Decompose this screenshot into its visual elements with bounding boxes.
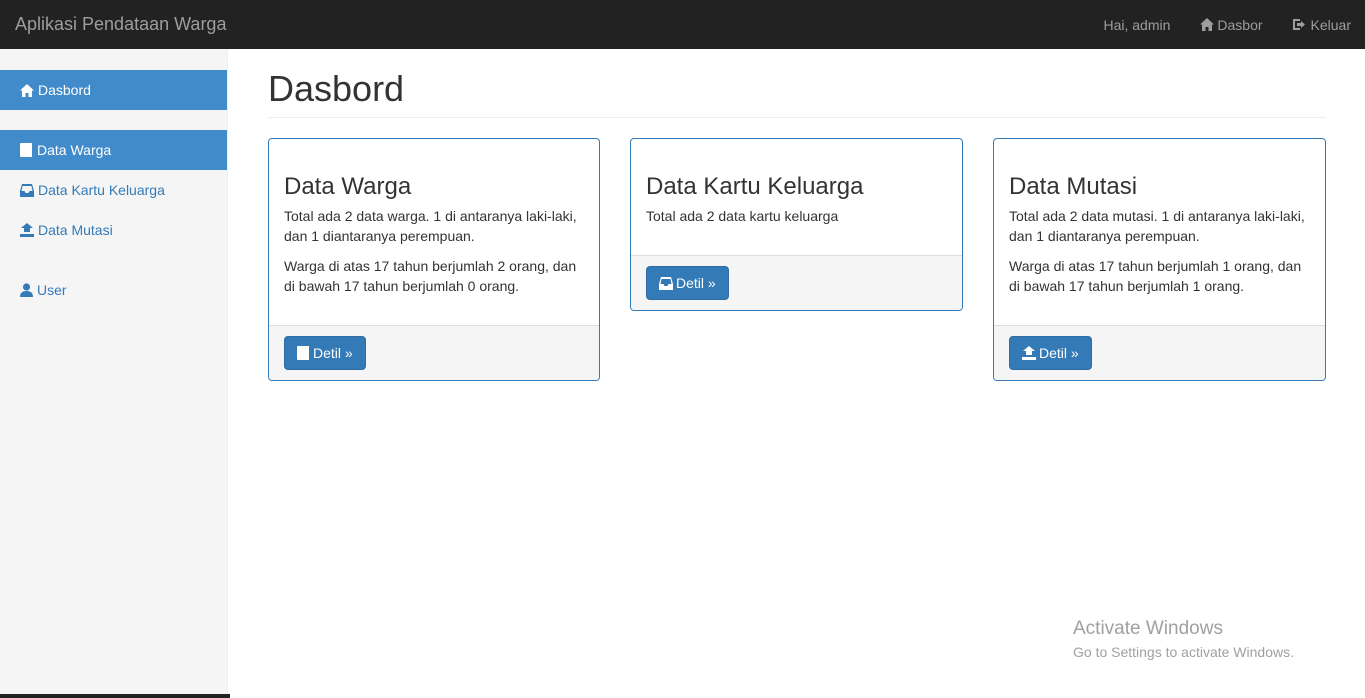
panel-data-kartu-keluarga: Data Kartu Keluarga Total ada 2 data kar… [630,138,963,311]
nav-dashboard-label: Dasbor [1217,16,1263,33]
detail-button-label: Detil » [313,345,353,361]
panel-age-text: Warga di atas 17 tahun berjumlah 2 orang… [284,258,577,294]
panel-summary-text: Total ada 2 data warga. 1 di antaranya l… [284,208,577,244]
panel-age-text: Warga di atas 17 tahun berjumlah 1 orang… [1009,258,1302,294]
home-icon [20,83,34,97]
sidebar-item-data-kartu-keluarga[interactable]: Data Kartu Keluarga [0,170,227,210]
panel-summary-text: Total ada 2 data mutasi. 1 di antaranya … [1009,208,1305,244]
sidebar-item-data-warga[interactable]: Data Warga [0,130,227,170]
nav-logout-link[interactable]: Keluar [1292,16,1351,33]
sidebar-item-label: User [37,282,67,298]
bottom-divider [0,694,230,698]
panel-title: Data Kartu Keluarga [646,173,864,200]
detail-button-label: Detil » [1039,345,1079,361]
sidebar-item-user[interactable]: User [0,270,227,310]
main-content: Dasbord Data Warga Total ada 2 data warg… [228,49,1365,698]
page-header: Dasbord [268,67,1326,118]
logout-icon [1292,19,1305,30]
panel-body: Data Kartu Keluarga Total ada 2 data kar… [631,139,962,226]
inbox-icon [659,276,673,290]
activate-windows-watermark: Activate Windows Go to Settings to activ… [1073,617,1294,662]
book-icon [297,346,309,360]
sidebar-item-data-mutasi[interactable]: Data Mutasi [0,210,227,250]
top-navbar: Aplikasi Pendataan Warga Hai, admin Dasb… [0,0,1365,49]
panel-data-mutasi: Data Mutasi Total ada 2 data mutasi. 1 d… [993,138,1326,381]
panel-title: Data Mutasi [1009,173,1138,200]
panel-title: Data Warga [284,173,412,200]
sidebar: Dasbord Data Warga Data Kartu Keluarga D… [0,49,228,698]
home-icon [1200,18,1215,31]
panel-footer: Detil » [994,325,1325,380]
sidebar-item-dasbord[interactable]: Dasbord [0,70,227,110]
nav-dashboard-link[interactable]: Dasbor [1200,16,1263,33]
sidebar-item-label: Data Kartu Keluarga [38,182,165,198]
panel-summary-text: Total ada 2 data kartu keluarga [646,208,839,224]
greeting-text: Hai, admin [1103,16,1171,33]
detail-button-label: Detil » [676,275,716,291]
panel-body: Data Mutasi Total ada 2 data mutasi. 1 d… [994,139,1325,296]
watermark-title: Activate Windows [1073,618,1223,639]
transfer-icon [20,223,34,237]
watermark-subtitle: Go to Settings to activate Windows. [1073,644,1294,660]
inbox-icon [20,183,34,197]
transfer-icon [1022,346,1036,360]
book-icon [20,143,32,157]
user-icon [20,283,33,297]
panel-data-warga: Data Warga Total ada 2 data warga. 1 di … [268,138,600,381]
detail-button-data-kartu-keluarga[interactable]: Detil » [646,266,729,300]
panel-footer: Detil » [631,255,962,310]
app-brand[interactable]: Aplikasi Pendataan Warga [15,13,226,35]
sidebar-item-label: Data Mutasi [38,222,113,238]
detail-button-data-warga[interactable]: Detil » [284,336,366,370]
sidebar-item-label: Data Warga [37,142,112,158]
page-title: Dasbord [268,68,405,109]
navbar-right: Hai, admin Dasbor Keluar [1103,0,1351,49]
sidebar-item-label: Dasbord [38,82,91,98]
panel-footer: Detil » [269,325,599,380]
nav-logout-label: Keluar [1310,16,1351,33]
detail-button-data-mutasi[interactable]: Detil » [1009,336,1092,370]
panel-body: Data Warga Total ada 2 data warga. 1 di … [269,139,599,296]
